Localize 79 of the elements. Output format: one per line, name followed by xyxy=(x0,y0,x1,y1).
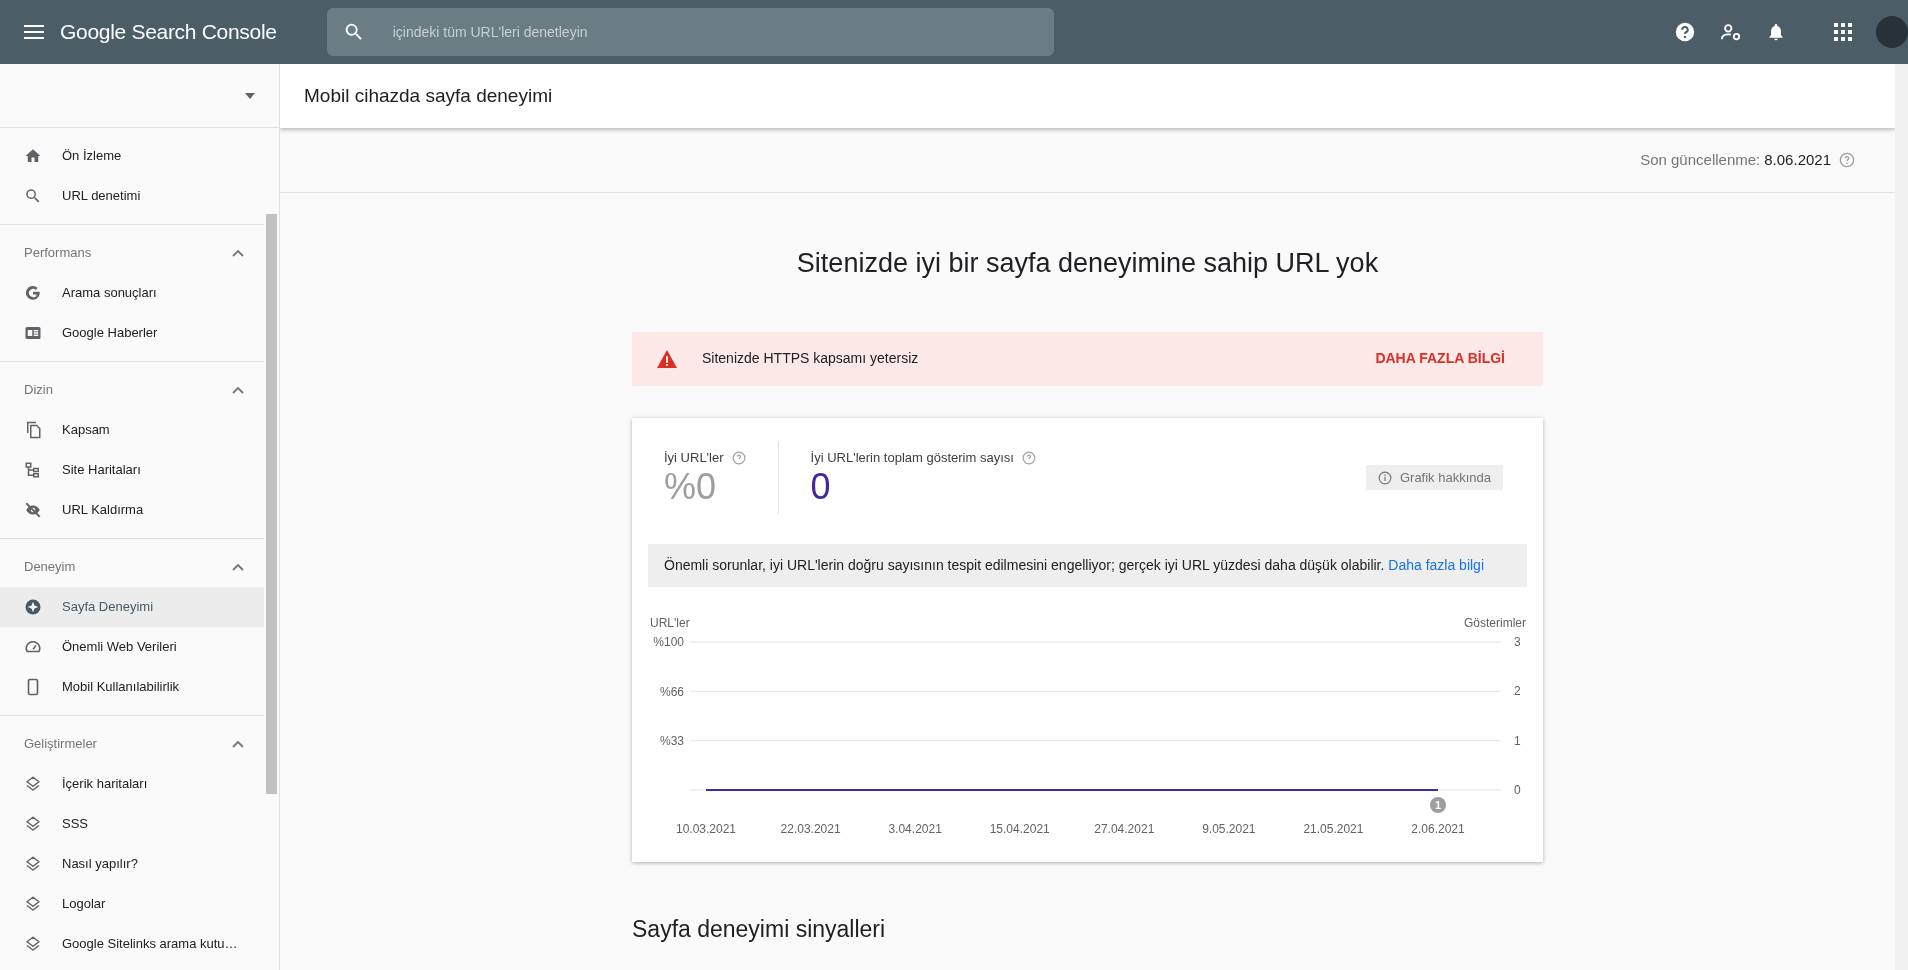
axis-tick-label: 9.05.2021 xyxy=(1202,821,1256,836)
axis-tick-label: 21.05.2021 xyxy=(1303,821,1364,836)
section-title: Performans xyxy=(24,244,92,263)
sidebar-item[interactable]: Önemli Web Verileri xyxy=(0,627,264,667)
axis-tick-label: %33 xyxy=(659,733,684,748)
sidebar-item[interactable]: Sayfa Deneyimi xyxy=(0,587,264,627)
metric-value: %0 xyxy=(664,467,718,508)
section-title: Dizin xyxy=(24,381,53,400)
search-field[interactable]: içindeki tüm URL'leri denetleyin xyxy=(326,8,1054,56)
axis-tick-label: 10.03.2021 xyxy=(675,821,737,836)
learn-more-link[interactable]: Daha fazla bilgi xyxy=(1388,556,1484,573)
sidebar-item[interactable]: Ön İzleme xyxy=(0,136,264,176)
axis-tick-label: 3.04.2021 xyxy=(888,821,942,836)
sidebar-item[interactable]: Google Sitelinks arama kutu… xyxy=(0,924,264,964)
sidebar-item[interactable]: İçerik haritaları xyxy=(0,764,264,804)
section-title: Geliştirmeler xyxy=(24,735,97,754)
metric-label: İyi URL'ler xyxy=(664,448,724,467)
axis-tick-label: 0 xyxy=(1514,782,1521,797)
app-title: Google Search Console xyxy=(60,19,277,46)
metric-value: 0 xyxy=(810,467,832,508)
axis-tick-label: 2.06.2021 xyxy=(1411,821,1465,836)
axis-title: URL'ler xyxy=(650,615,690,630)
layers-icon xyxy=(24,895,42,913)
sidebar-item[interactable]: Kapsam xyxy=(0,410,264,450)
sidebar-item[interactable]: Nasıl yapılır? xyxy=(0,844,264,884)
warning-icon xyxy=(656,348,678,369)
caret-icon xyxy=(245,92,255,99)
last-updated-label: Son güncellenme: xyxy=(1640,149,1761,170)
news-icon xyxy=(24,324,42,342)
last-updated-date: 8.06.2021 xyxy=(1764,149,1831,170)
axis-tick-label: %100 xyxy=(653,634,684,649)
info-icon xyxy=(1377,470,1392,485)
pages-icon xyxy=(24,421,42,439)
axis-tick-label: 27.04.2021 xyxy=(1094,821,1155,836)
chevron-icon[interactable] xyxy=(232,386,244,394)
layers-icon xyxy=(24,935,42,953)
search-icon xyxy=(24,187,42,205)
chart-info-chip[interactable]: Grafik hakkında xyxy=(1365,464,1503,491)
section-title: Deneyim xyxy=(24,558,76,577)
sidebar-item[interactable]: Arama sonuçları xyxy=(0,273,264,313)
star-circle-icon xyxy=(24,598,42,616)
page-title: Mobil cihazda sayfa deneyimi xyxy=(304,83,553,108)
notice-text: Önemli sorunlar, iyi URL'lerin doğru sayısının tespit edilmesini engelliyor; gerçek iyi URL yüzdesi daha düşük olabilir. Daha fazla bilgi xyxy=(648,543,1527,587)
axis-tick-label: 15.04.2021 xyxy=(989,821,1050,836)
axis-tick-label: 22.03.2021 xyxy=(780,821,841,836)
sidebar-item[interactable]: Google Haberler xyxy=(0,313,264,353)
help-icon[interactable] xyxy=(1674,21,1696,43)
learn-more-button[interactable]: DAHA FAZLA BİLGİ xyxy=(1369,347,1511,370)
chevron-icon[interactable] xyxy=(232,740,244,748)
sidebar-item[interactable]: URL denetimi xyxy=(0,176,264,216)
sidebar-item[interactable]: SSS xyxy=(0,804,264,844)
chevron-icon[interactable] xyxy=(232,563,244,571)
user-settings-icon[interactable] xyxy=(1720,21,1742,43)
bell-icon[interactable] xyxy=(1766,21,1786,43)
axis-title: Gösterimler xyxy=(1464,615,1526,630)
axis-tick-label: %66 xyxy=(659,684,684,699)
page-heading: Sitenizde iyi bir sayfa deneyimine sahip URL yok xyxy=(795,247,1380,280)
home-icon xyxy=(24,147,42,165)
sidebar-item[interactable]: URL Kaldırma xyxy=(0,490,264,530)
sitemap-icon xyxy=(24,461,42,479)
apps-grid-icon[interactable] xyxy=(1834,23,1852,41)
sidebar-item[interactable]: Mobil Kullanılabilirlik xyxy=(0,667,264,707)
sidebar-item[interactable]: Site Haritaları xyxy=(0,450,264,490)
layers-icon xyxy=(24,855,42,873)
chevron-icon[interactable] xyxy=(232,249,244,257)
axis-tick-label: 1 xyxy=(1514,733,1521,748)
sidebar-item[interactable]: Logolar xyxy=(0,884,264,924)
section-heading: Sayfa deneyimi sinyalleri xyxy=(632,914,887,944)
axis-tick-label: 2 xyxy=(1514,683,1521,698)
scrollbar[interactable] xyxy=(266,214,277,794)
scrollbar[interactable] xyxy=(1895,64,1908,970)
alert-text: Sitenizde HTTPS kapsamı yetersiz xyxy=(702,349,919,368)
layers-icon xyxy=(24,815,42,833)
google-g-icon xyxy=(24,284,42,302)
metric-label: İyi URL'lerin toplam gösterim sayısı xyxy=(810,448,1014,467)
axis-tick-label: 3 xyxy=(1514,634,1521,649)
layers-icon xyxy=(24,775,42,793)
eye-off-icon xyxy=(24,501,42,519)
menu-icon[interactable] xyxy=(24,24,44,40)
